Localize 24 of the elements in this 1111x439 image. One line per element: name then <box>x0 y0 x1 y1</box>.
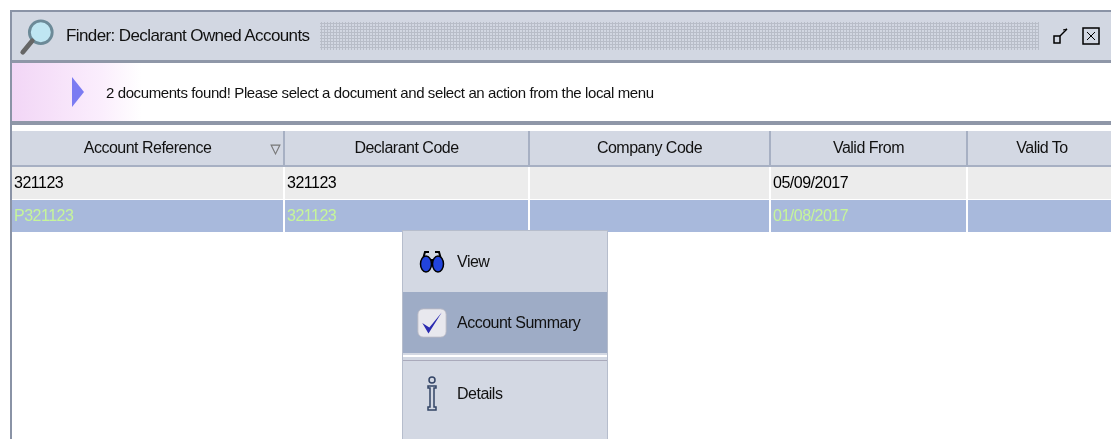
restore-icon[interactable] <box>1051 25 1071 47</box>
column-header[interactable]: Account Reference <box>12 131 285 167</box>
table-cell: 05/09/2017 <box>773 174 849 192</box>
glasses-icon <box>419 248 445 275</box>
menu-item[interactable]: Details <box>403 363 607 424</box>
column-header[interactable]: Declarant Code <box>285 131 530 167</box>
status-message: 2 documents found! Please select a document and select an action from the local menu <box>106 83 654 101</box>
menu-item[interactable]: Account Summary <box>403 292 607 353</box>
window-title: Finder: Declarant Owned Accounts <box>66 26 310 46</box>
table-cell: P321123 <box>14 207 74 225</box>
table-cell: 321123 <box>287 207 337 225</box>
table-cell: 321123 <box>14 174 64 192</box>
close-icon[interactable] <box>1081 25 1101 47</box>
column-header[interactable]: Company Code <box>530 131 771 167</box>
checkmark-icon <box>417 305 447 340</box>
arrow-icon <box>72 77 84 107</box>
info-icon <box>425 375 439 412</box>
table-row[interactable]: 321123 321123 05/09/2017 <box>12 167 1111 200</box>
column-header[interactable]: Valid From <box>771 131 968 167</box>
table-cell: 321123 <box>287 174 337 192</box>
column-header[interactable]: Valid To <box>968 131 1111 167</box>
search-icon <box>18 16 56 56</box>
menu-item[interactable]: View <box>403 231 607 292</box>
table-cell: 01/08/2017 <box>773 207 849 225</box>
